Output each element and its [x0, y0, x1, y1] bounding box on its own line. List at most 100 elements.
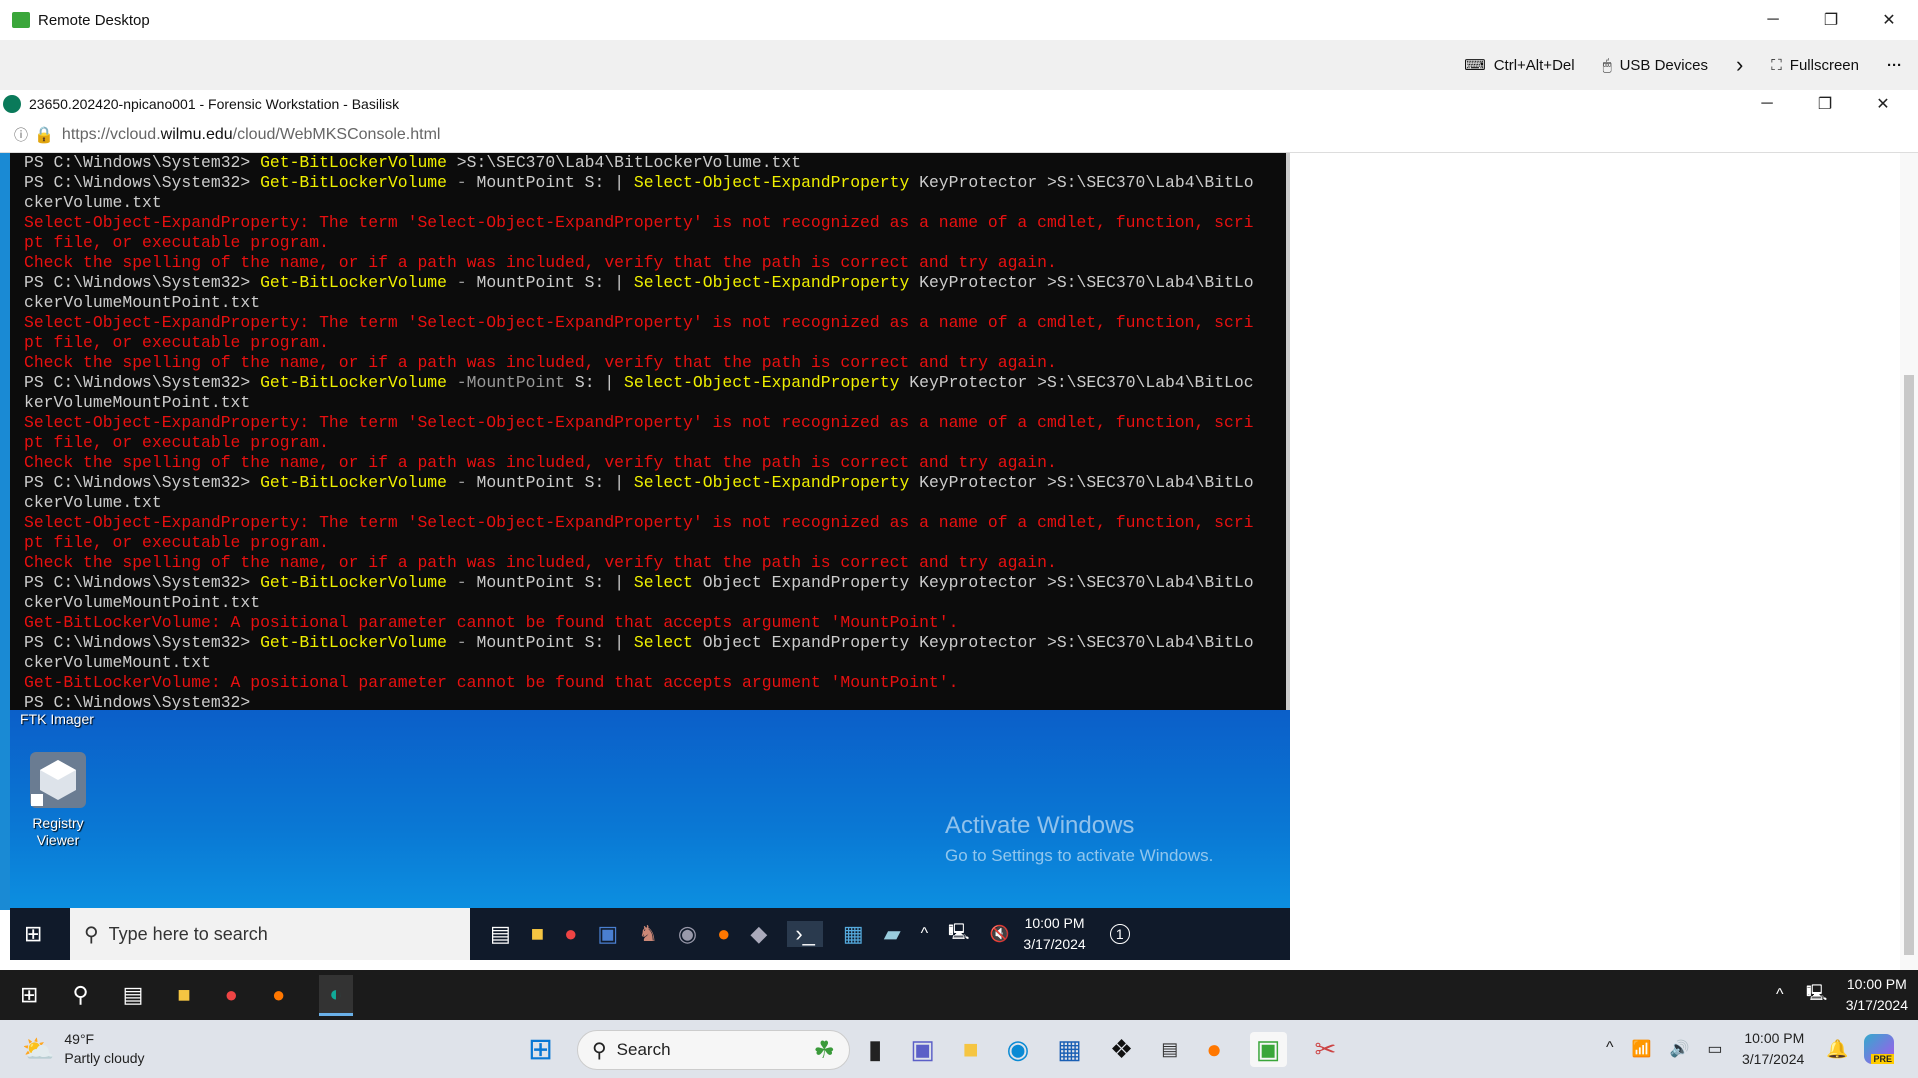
system-clock[interactable]: 10:00 PM 3/17/2024 [1742, 1028, 1804, 1070]
console-line: pt file, or executable program. [24, 333, 1286, 353]
registry-viewer-icon[interactable] [28, 750, 88, 810]
basilisk-icon[interactable]: ◐ [319, 974, 353, 1016]
console-line: Select-Object-ExpandProperty: The term '… [24, 213, 1286, 233]
usb-label: USB Devices [1619, 56, 1708, 74]
console-text-segment: Get-BitLockerVolume [260, 473, 447, 492]
console-text-segment: Select-Object-ExpandProperty: The term '… [24, 213, 1254, 232]
amazon-icon[interactable]: ▤ [1161, 1039, 1178, 1060]
remote-clock[interactable]: 10:00 PM 3/17/2024 [1846, 974, 1908, 1016]
autopsy-icon[interactable]: ♞ [638, 921, 658, 947]
volume-icon[interactable]: 🔊 [1669, 1039, 1689, 1059]
volume-muted-icon[interactable]: 🔇 [990, 924, 1010, 944]
chevron-right-icon[interactable]: › [1736, 52, 1743, 78]
url[interactable]: https://vcloud.wilmu.edu/cloud/WebMKSCon… [62, 126, 441, 144]
weather-icon[interactable]: ⛅ [22, 1034, 54, 1065]
info-icon[interactable]: ⓘ [14, 125, 28, 145]
control-panel-icon[interactable]: ▦ [843, 921, 864, 947]
chrome-icon[interactable]: ● [225, 982, 238, 1008]
address-bar[interactable]: ⓘ 🔒 https://vcloud.wilmu.edu/cloud/WebMK… [0, 118, 1918, 153]
task-view-icon[interactable]: ▮ [868, 1034, 882, 1065]
console-line: kerVolumeMountPoint.txt [24, 393, 1286, 413]
start-icon[interactable]: ⊞ [20, 982, 38, 1008]
notepad-icon[interactable]: ▰ [884, 921, 901, 947]
tray-chevron-icon[interactable]: ^ [921, 925, 929, 943]
tray-chevron-icon[interactable]: ^ [1776, 986, 1784, 1004]
console-line: Check the spelling of the name, or if a … [24, 253, 1286, 273]
edge-icon[interactable]: ◉ [1007, 1034, 1030, 1065]
console-text-segment: MountPoint S: | [476, 573, 634, 592]
remote-date: 3/17/2024 [1845, 997, 1908, 1013]
firefox-icon[interactable]: ● [272, 982, 285, 1008]
console-text-segment: S: | [565, 373, 625, 392]
app-title: Remote Desktop [38, 11, 150, 29]
console-text-segment: - [446, 173, 477, 192]
file-explorer-icon[interactable]: ■ [531, 921, 544, 947]
vm-clock[interactable]: 10:00 PM 3/17/2024 [1023, 913, 1085, 955]
file-explorer-icon[interactable]: ■ [177, 982, 190, 1008]
taskbar-search-input[interactable]: ⚲ Type here to search [70, 908, 470, 960]
console-line: PS C:\Windows\System32> Get-BitLockerVol… [24, 573, 1286, 593]
minimize-button[interactable]: ─ [1744, 0, 1802, 40]
start-button[interactable]: ⊞ [24, 921, 42, 947]
system-date: 3/17/2024 [1742, 1051, 1805, 1067]
tray-chevron-icon[interactable]: ^ [1606, 1039, 1614, 1059]
fullscreen-button[interactable]: ⛶ Fullscreen [1771, 57, 1859, 74]
file-explorer-icon[interactable]: ■ [963, 1034, 979, 1065]
scrollbar-thumb[interactable] [1904, 375, 1914, 955]
ctrl-alt-del-button[interactable]: ⌨ Ctrl+Alt+Del [1464, 56, 1575, 75]
console-text-segment: Get-BitLockerVolume: A positional parame… [24, 613, 959, 632]
console-text-segment: >S:\SEC370\Lab4\BitLockerVolume.txt [446, 153, 802, 172]
volatility-icon[interactable]: ▣ [597, 921, 618, 947]
browser-restore-button[interactable]: ❐ [1796, 90, 1854, 118]
more-options-button[interactable]: ··· [1887, 57, 1902, 74]
console-text-segment: - [446, 273, 477, 292]
host-remote-taskbar: ⊞ ⚲ ▤ ■ ● ● ◐ ^ 🖳 10:00 PM 3/17/2024 [0, 970, 1918, 1020]
remote-time: 10:00 PM [1846, 976, 1907, 992]
task-view-icon[interactable]: ▤ [123, 982, 144, 1008]
powershell-console[interactable]: PS C:\Windows\System32> Get-BitLockerVol… [10, 153, 1290, 710]
ftk-imager-label[interactable]: FTK Imager [20, 711, 94, 727]
notification-bell-icon[interactable]: 🔔 [1826, 1039, 1848, 1060]
console-line: Get-BitLockerVolume: A positional parame… [24, 613, 1286, 633]
dropbox-icon[interactable]: ❖ [1110, 1034, 1133, 1065]
restore-button[interactable]: ❐ [1802, 0, 1860, 40]
console-text-segment: ckerVolumeMountPoint.txt [24, 593, 261, 612]
weather-widget[interactable]: 49°F Partly cloudy [64, 1030, 144, 1068]
console-line: PS C:\Windows\System32> Get-BitLockerVol… [24, 153, 1286, 173]
browser-minimize-button[interactable]: ─ [1738, 90, 1796, 118]
desktop-edge [0, 153, 10, 910]
usb-devices-button[interactable]: 🖱 USB Devices [1603, 57, 1708, 74]
windows-start-icon[interactable]: ⊞ [528, 1032, 553, 1067]
windows-search-box[interactable]: ⚲ Search ☘ [577, 1030, 850, 1070]
basilisk-icon [3, 95, 21, 113]
registry-viewer-label[interactable]: Registry Viewer [18, 815, 98, 849]
search-icon[interactable]: ⚲ [72, 982, 88, 1008]
remote-desktop-app-icon[interactable]: ▣ [1249, 1031, 1287, 1067]
network-icon[interactable]: 🖳 [948, 921, 969, 948]
browser-close-button[interactable]: ✕ [1854, 90, 1912, 118]
network-icon[interactable]: 🖳 [1806, 982, 1827, 1009]
console-text-segment: PS C:\Windows\System32> [24, 693, 251, 710]
copilot-icon[interactable]: PRE [1864, 1034, 1894, 1064]
snipping-tool-icon[interactable]: ✂ [1315, 1034, 1337, 1065]
console-text-segment: Object ExpandProperty Keyprotector >S:\S… [692, 573, 1254, 592]
console-text-segment: Select-Object-ExpandProperty [633, 473, 910, 492]
firefox-icon[interactable]: ● [717, 921, 730, 947]
registry-viewer-taskbar-icon[interactable]: ◆ [750, 921, 767, 947]
wifi-icon[interactable]: 📶 [1632, 1039, 1652, 1059]
close-button[interactable]: ✕ [1860, 0, 1918, 40]
battery-icon[interactable]: ▭ [1707, 1039, 1722, 1059]
powershell-icon[interactable]: ›_ [787, 921, 823, 947]
console-text-segment: KeyProtector >S:\SEC370\Lab4\BitLo [909, 473, 1254, 492]
ftk-icon[interactable]: ◉ [678, 921, 697, 947]
console-line: ckerVolumeMount.txt [24, 653, 1286, 673]
console-text-segment: kerVolumeMountPoint.txt [24, 393, 251, 412]
chrome-icon[interactable]: ● [564, 921, 577, 947]
teams-icon[interactable]: ▣ [910, 1034, 935, 1065]
notification-icon[interactable]: 1 [1109, 924, 1130, 944]
lock-icon: 🔒 [34, 127, 54, 144]
console-text-segment: PS C:\Windows\System32> [24, 473, 261, 492]
store-icon[interactable]: ▦ [1057, 1034, 1082, 1065]
task-view-icon[interactable]: ▤ [490, 921, 511, 947]
firefox-icon[interactable]: ● [1206, 1034, 1222, 1065]
